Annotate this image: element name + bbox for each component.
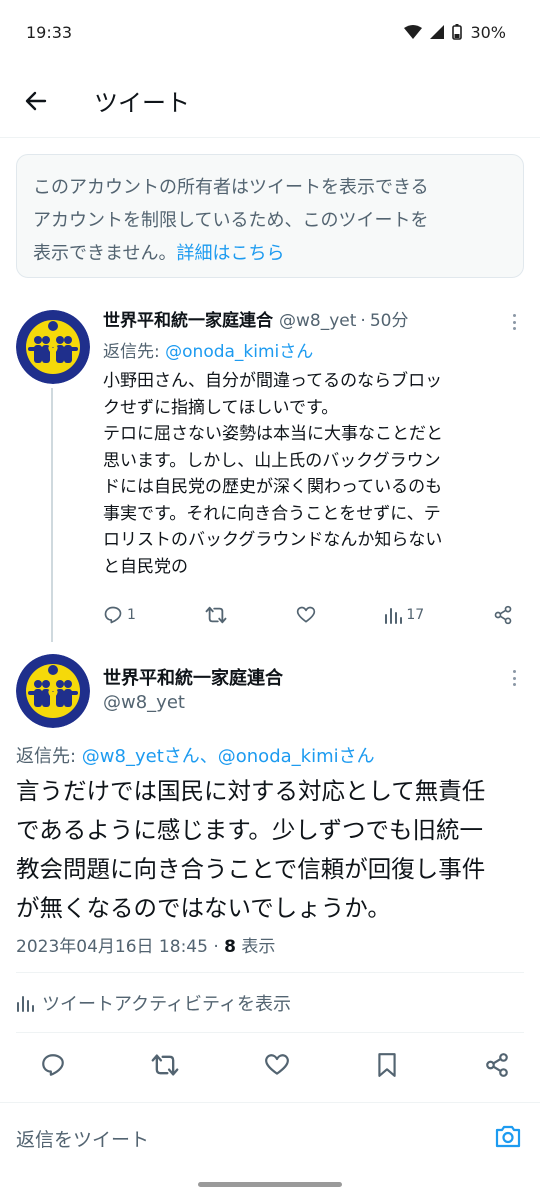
more-options-icon[interactable]	[504, 312, 524, 332]
notice-line: アカウントを制限しているため、このツイートを	[33, 210, 429, 231]
status-icons: 30%	[404, 23, 506, 42]
share-button[interactable]	[493, 605, 513, 625]
reply-separator: 、	[199, 746, 218, 767]
tweet-text-line: ドには自民党の歴史が深く関わっているのも	[103, 477, 443, 497]
family-federation-logo-icon	[16, 310, 90, 384]
author-name[interactable]: 世界平和統一家庭連合	[103, 306, 273, 331]
tweet-text-line: テロに屈さない姿勢は本当に大事なことだと	[103, 424, 443, 444]
more-options-icon[interactable]	[504, 668, 524, 688]
tweet-text-line: クせずに指摘してほしいです。	[103, 397, 339, 418]
bookmark-icon	[378, 1053, 396, 1077]
author-name[interactable]: 世界平和統一家庭連合	[103, 664, 283, 690]
avatar[interactable]	[16, 654, 90, 728]
reply-to-line: 返信先: @w8_yetさん、@onoda_kimiさん	[16, 742, 375, 768]
share-button[interactable]	[484, 1052, 510, 1078]
signal-icon	[430, 25, 445, 39]
tweet-text-line: 小野田さん、自分が間違ってるのならブロッ	[103, 371, 443, 391]
tweet-datetime[interactable]: 2023年04月16日 18:45	[16, 937, 208, 957]
tweet-actions: 1 17	[103, 600, 513, 630]
reply-icon	[42, 1054, 64, 1076]
meta-separator: ·	[360, 311, 366, 331]
family-federation-logo-icon	[16, 654, 90, 728]
reply-to-link[interactable]: @onoda_kimiさん	[218, 746, 375, 767]
notice-text: 表示できません。	[33, 243, 177, 264]
views-label: 表示	[236, 937, 276, 957]
camera-icon	[495, 1125, 521, 1148]
reply-to-link[interactable]: @onoda_kimiさん	[165, 342, 313, 362]
tweet-text-line: 言うだけでは国民に対する対応として無責任	[16, 777, 486, 805]
tweet-actions	[40, 1050, 510, 1080]
tweet-text: 小野田さん、自分が間違ってるのならブロッ クせずに指摘してほしいです。 テロに屈…	[103, 368, 523, 580]
bookmark-button[interactable]	[375, 1052, 399, 1078]
retweet-button[interactable]	[151, 1052, 179, 1078]
notice-line: 表示できません。詳細はこちら	[33, 237, 507, 270]
reply-prefix: 返信先:	[103, 342, 166, 362]
author-handle[interactable]: @w8_yet	[279, 311, 356, 331]
back-button[interactable]	[18, 83, 54, 119]
bar-chart-icon	[17, 996, 34, 1012]
tweet-text: 言うだけでは国民に対する対応として無責任 であるように感じます。少しずつでも旧統…	[16, 772, 526, 928]
home-indicator[interactable]	[198, 1182, 342, 1187]
retweet-button[interactable]	[205, 605, 227, 625]
views-count: 8	[224, 937, 236, 957]
reply-to-line: 返信先: @onoda_kimiさん	[103, 337, 523, 362]
camera-button[interactable]	[494, 1123, 522, 1153]
tweet-text-line: であるように感じます。少しずつでも旧統一	[16, 816, 483, 844]
reply-input[interactable]: 返信をツイート	[16, 1125, 149, 1152]
reply-prefix: 返信先:	[16, 746, 82, 767]
tweet-text-line: ロリストのバックグラウンドなんか知らない	[103, 530, 443, 550]
heart-icon	[265, 1054, 289, 1075]
divider	[16, 1032, 524, 1033]
reply-button[interactable]: 1	[103, 605, 136, 625]
app-header: ツイート	[0, 64, 540, 138]
notice-line: このアカウントの所有者はツイートを表示できる	[33, 177, 429, 198]
views-button[interactable]: 17	[384, 606, 424, 624]
heart-icon	[296, 606, 315, 623]
battery-percent: 30%	[470, 22, 506, 42]
reply-composer: 返信をツイート	[0, 1102, 540, 1172]
arrow-left-icon	[25, 91, 47, 110]
page-title: ツイート	[94, 89, 190, 117]
wifi-icon	[404, 25, 423, 39]
tweet-activity-link[interactable]: ツイートアクティビティを表示	[16, 990, 291, 1016]
bar-chart-icon	[385, 608, 403, 624]
tweet-time: 50分	[369, 311, 409, 331]
tweet-meta: 2023年04月16日 18:45 · 8 表示	[16, 932, 275, 957]
status-time: 19:33	[26, 22, 73, 42]
meta-separator: ·	[207, 937, 225, 957]
tweet-text-line: 事実です。それに向き合うことをせずに、テ	[103, 503, 441, 524]
divider	[16, 972, 524, 973]
like-button[interactable]	[264, 1052, 290, 1078]
avatar[interactable]	[16, 310, 90, 384]
reply-icon	[104, 606, 122, 624]
reply-to-link[interactable]: @w8_yetさん	[82, 746, 200, 767]
battery-icon	[452, 24, 463, 40]
reply-count: 1	[127, 607, 136, 623]
restricted-tweet-notice: このアカウントの所有者はツイートを表示できる アカウントを制限しているため、この…	[16, 154, 524, 278]
share-icon	[486, 1053, 508, 1077]
retweet-icon	[205, 606, 227, 624]
author-handle[interactable]: @w8_yet	[103, 692, 185, 713]
tweet-reply-item[interactable]: 世界平和統一家庭連合 @w8_yet · 50分 返信先: @onoda_kim…	[103, 306, 523, 580]
views-count: 17	[406, 607, 425, 623]
learn-more-link[interactable]: 詳細はこちら	[176, 243, 284, 264]
tweet-text-line: 思います。しかし、山上氏のバックグラウン	[103, 450, 441, 471]
status-bar: 19:33 30%	[0, 0, 540, 64]
retweet-icon	[151, 1054, 179, 1076]
share-icon	[494, 605, 512, 625]
activity-label: ツイートアクティビティを表示	[42, 994, 291, 1015]
tweet-header: 世界平和統一家庭連合 @w8_yet · 50分	[103, 306, 523, 331]
thread-connector	[51, 388, 53, 642]
like-button[interactable]	[296, 605, 316, 625]
tweet-text-line: と自民党の	[103, 556, 188, 577]
reply-button[interactable]	[40, 1052, 66, 1078]
tweet-text-line: 教会問題に向き合うことで信頼が回復し事件	[16, 855, 486, 883]
tweet-text-line: が無くなるのではないでしょうか。	[16, 894, 391, 922]
